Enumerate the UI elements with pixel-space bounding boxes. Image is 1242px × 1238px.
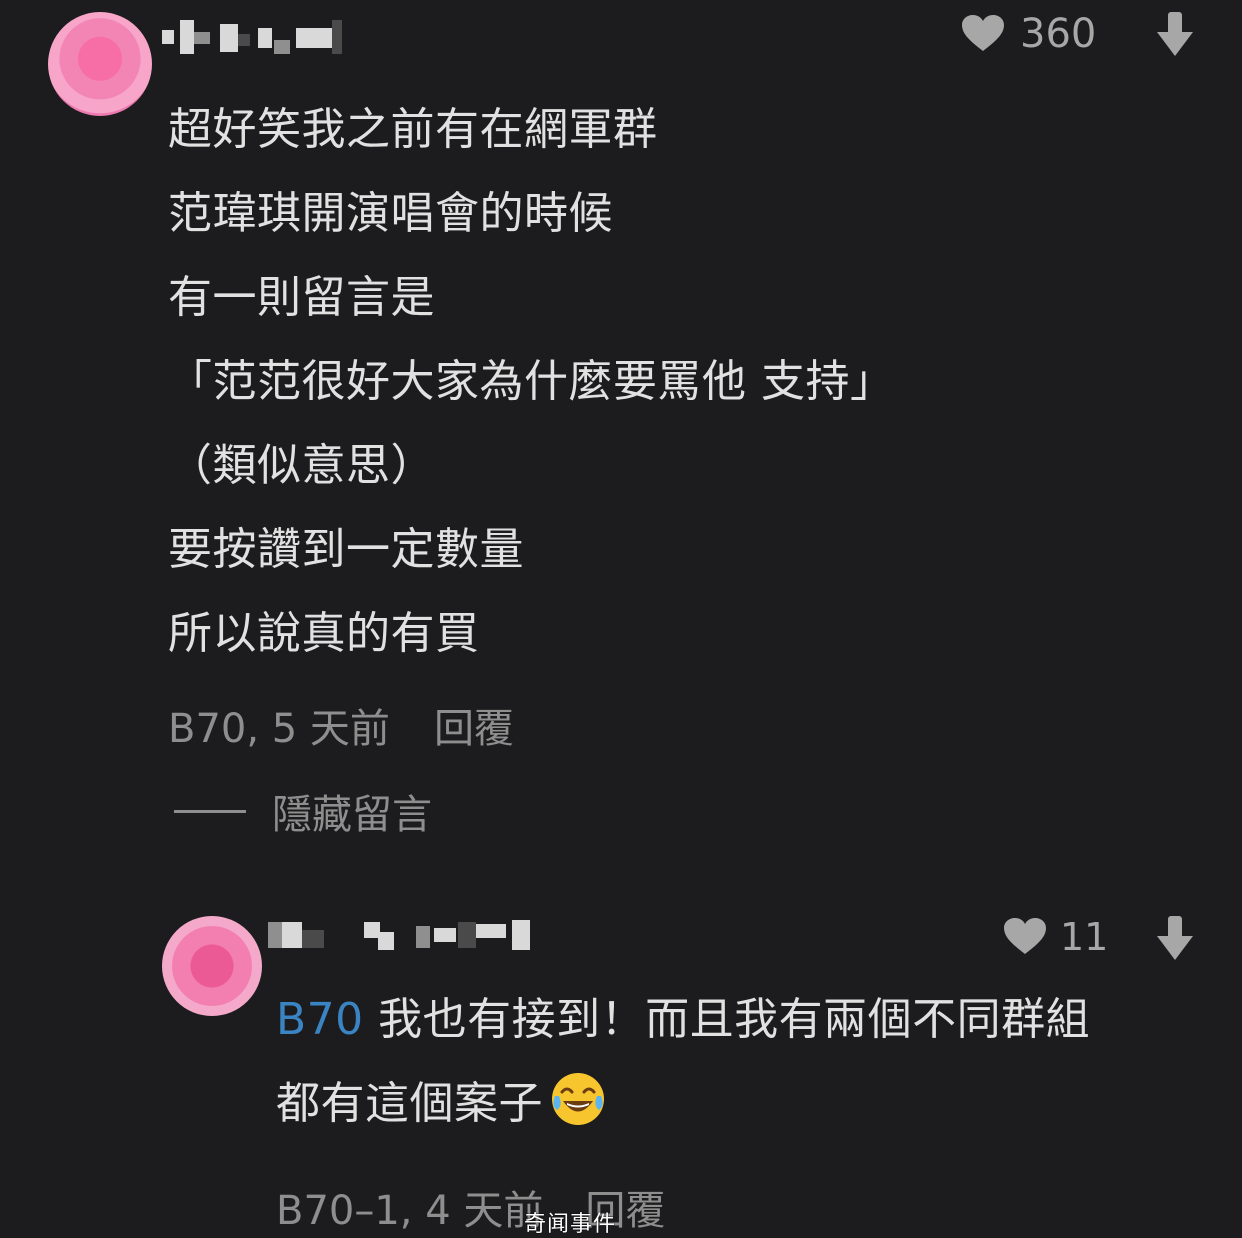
- reply-text: 都有這個案子: [276, 1078, 543, 1129]
- arrow-down-icon[interactable]: [1157, 916, 1193, 962]
- reply-line: B70 我也有接到！而且我有兩個不同群組: [276, 978, 1196, 1062]
- like-button[interactable]: 360: [962, 14, 1096, 54]
- like-button[interactable]: 11: [1004, 918, 1108, 956]
- reply-button[interactable]: 回覆: [434, 696, 514, 754]
- watermark: 奇闻事件: [524, 1212, 617, 1237]
- comment-body: 超好笑我之前有在網軍群 范瑋琪開演唱會的時候 有一則留言是 「范范很好大家為什麼…: [168, 88, 1168, 676]
- mention-link[interactable]: B70: [276, 994, 364, 1045]
- tears-of-joy-emoji-icon: [549, 1070, 607, 1128]
- comment-line: 所以說真的有買: [168, 608, 480, 659]
- comment-line: 超好笑我之前有在網軍群: [168, 104, 658, 155]
- heart-icon: [1004, 918, 1046, 956]
- comment-line: 要按讚到一定數量: [168, 524, 524, 575]
- username-redacted[interactable]: [162, 20, 342, 54]
- arrow-down-icon[interactable]: [1157, 12, 1193, 58]
- divider-line: [174, 809, 246, 813]
- avatar[interactable]: [162, 916, 262, 1016]
- like-count: 360: [1020, 11, 1097, 57]
- like-count: 11: [1060, 915, 1109, 959]
- floor-and-time: B70–1, 4 天前: [276, 1188, 544, 1234]
- comment-meta: B70, 5 天前 回覆: [168, 696, 514, 754]
- username-redacted[interactable]: [268, 916, 538, 950]
- reply-text: 我也有接到！而且我有兩個不同群組: [363, 994, 1091, 1045]
- reply-line: 都有這個案子: [276, 1062, 1196, 1146]
- comment-line: 有一則留言是: [168, 272, 435, 323]
- avatar[interactable]: [48, 12, 152, 116]
- hide-comments-label: 隱藏留言: [272, 792, 432, 838]
- hide-comments-button[interactable]: 隱藏留言: [174, 782, 432, 840]
- reply-body: B70 我也有接到！而且我有兩個不同群組 都有這個案子: [276, 978, 1196, 1146]
- comment-line: 范瑋琪開演唱會的時候: [168, 188, 613, 239]
- floor-and-time: B70, 5 天前: [168, 706, 390, 752]
- heart-icon: [962, 15, 1004, 53]
- comment-line: 「范范很好大家為什麼要罵他 支持」: [168, 356, 895, 407]
- comment-line: （類似意思）: [168, 440, 435, 491]
